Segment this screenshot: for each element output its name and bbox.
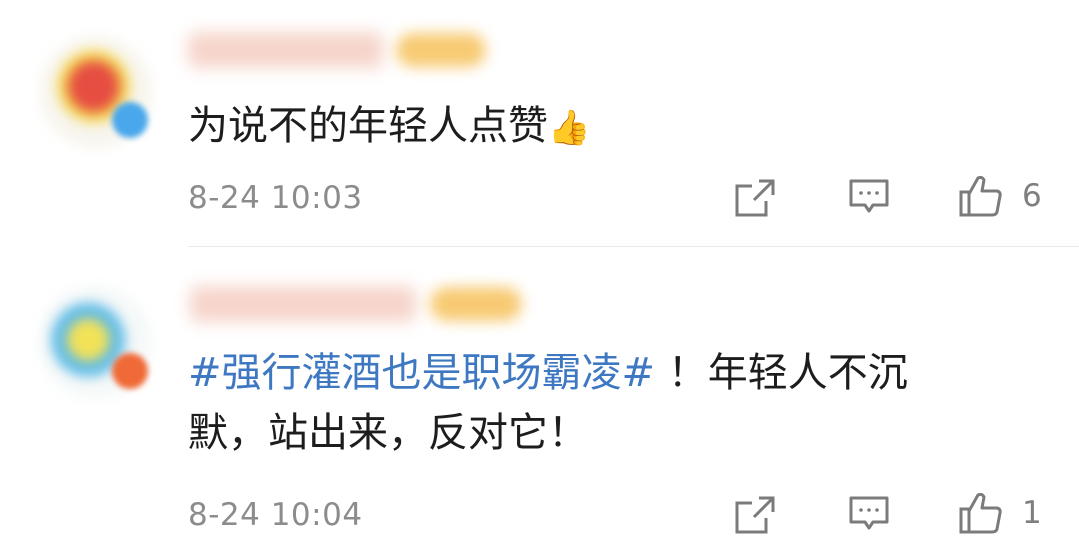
comment-body: 为说不的年轻人点赞 <box>188 103 548 149</box>
comment-text: 为说不的年轻人点赞👍 <box>188 96 1008 158</box>
comment-icon <box>849 179 889 213</box>
like-icon <box>959 175 1002 217</box>
share-button[interactable] <box>734 178 776 218</box>
comment-line-2: 默，站出来，反对它！ <box>188 410 588 456</box>
avatar[interactable] <box>38 285 152 399</box>
comment-text: #强行灌酒也是职场霸凌# ！年轻人不沉 默，站出来，反对它！ <box>188 343 1008 463</box>
like-icon <box>959 492 1002 534</box>
user-level-badge <box>396 33 486 67</box>
comment-body: ！年轻人不沉 <box>667 350 908 396</box>
user-level-badge <box>430 287 522 321</box>
verified-badge-icon <box>112 102 148 138</box>
share-button[interactable] <box>734 495 776 535</box>
like-button[interactable]: 1 <box>958 491 1042 535</box>
comment-button[interactable] <box>848 495 890 535</box>
comment-timestamp: 8-24 10:04 <box>188 497 363 533</box>
like-button[interactable]: 6 <box>958 174 1042 218</box>
hashtag-link[interactable]: #强行灌酒也是职场霸凌# <box>188 350 655 396</box>
username[interactable] <box>190 286 416 322</box>
comment-button[interactable] <box>848 178 890 218</box>
comment-item: 为说不的年轻人点赞👍 8-24 10:03 6 <box>0 0 1079 246</box>
like-count: 1 <box>1022 495 1042 531</box>
thumbs-up-emoji: 👍 <box>548 108 591 148</box>
comment-line-1: #强行灌酒也是职场霸凌# ！年轻人不沉 <box>188 343 1008 403</box>
share-icon <box>735 496 775 534</box>
share-icon <box>735 179 775 217</box>
verified-badge-icon <box>112 353 148 389</box>
like-count: 6 <box>1022 178 1042 214</box>
avatar[interactable] <box>40 36 152 148</box>
comment-timestamp: 8-24 10:03 <box>188 180 363 216</box>
username[interactable] <box>188 32 383 68</box>
comment-item: #强行灌酒也是职场霸凌# ！年轻人不沉 默，站出来，反对它！ 8-24 10:0… <box>0 247 1079 553</box>
comment-icon <box>849 496 889 530</box>
